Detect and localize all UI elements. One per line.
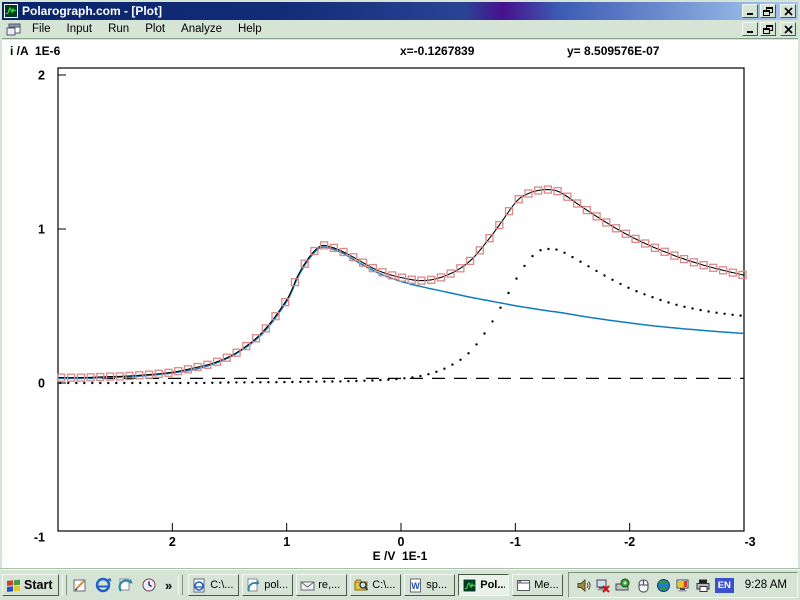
mdi-system-icon[interactable] [6,23,21,36]
taskbar: Start » C:\... pol... re,... [0,569,800,600]
svg-text:W: W [411,581,420,591]
minimize-icon [746,25,755,34]
y-axis-label: i /A 1E-6 [10,44,60,58]
removable-device-icon[interactable] [615,577,632,593]
restore-icon [763,25,773,34]
task-label: Pol... [480,579,505,591]
display-settings-icon[interactable] [675,577,692,593]
show-desktop-icon[interactable] [70,575,90,595]
menu-bar: File Input Run Plot Analyze Help [2,20,798,38]
envelope-icon [300,578,315,593]
menu-item-help[interactable]: Help [230,22,270,36]
close-button[interactable] [780,4,796,18]
x-axis-label: E /V 1E-1 [0,549,800,563]
language-indicator[interactable]: EN [715,578,734,593]
cursor-x-readout: x=-0.1267839 [400,44,474,58]
volume-icon[interactable] [575,577,592,593]
windows-flag-icon [6,579,21,592]
task-label: sp... [426,579,447,591]
task-button-re[interactable]: re,... [296,574,347,596]
close-icon [784,7,793,16]
task-button-word[interactable]: W sp... [404,574,455,596]
minimize-button[interactable] [742,4,758,18]
ie-document-icon [192,578,207,593]
globe-icon[interactable] [655,577,672,593]
task-button-search[interactable]: C:\... [350,574,401,596]
task-label: re,... [318,579,340,591]
menu-item-input[interactable]: Input [59,22,101,36]
taskbar-clock[interactable]: 9:28 AM [745,579,787,591]
title-bar[interactable]: Polarograph.com - [Plot] [2,2,798,20]
task-label: pol... [264,579,288,591]
restore-icon [763,7,773,16]
close-icon [784,25,793,34]
task-button-pol[interactable]: pol... [242,574,293,596]
restore-button[interactable] [760,4,776,18]
task-label: C:\... [372,579,395,591]
internet-explorer-icon[interactable] [93,575,113,595]
menu-item-analyze[interactable]: Analyze [173,22,230,36]
quick-launch: » [70,575,175,595]
task-label: C:\... [210,579,233,591]
task-buttons: C:\... pol... re,... C:\... W sp... Pol.… [188,574,563,596]
taskbar-separator[interactable] [178,575,183,595]
task-button-me[interactable]: Me... [512,574,563,596]
window-outline-icon [516,578,531,593]
window-title: Polarograph.com - [Plot] [22,4,162,18]
mdi-close-button[interactable] [780,22,796,36]
mdi-minimize-button[interactable] [742,22,758,36]
start-button[interactable]: Start [2,574,59,596]
taskbar-separator[interactable] [62,575,67,595]
cursor-y-readout: y= 8.509576E-07 [567,44,659,58]
task-button-explorer-1[interactable]: C:\... [188,574,239,596]
minimize-icon [746,7,755,16]
menu-item-file[interactable]: File [24,22,59,36]
start-label: Start [24,578,52,592]
word-document-icon: W [408,578,423,593]
menu-item-run[interactable]: Run [100,22,137,36]
refresh-swirl-icon [246,578,261,593]
task-label: Me... [534,579,558,591]
scheduler-icon[interactable] [139,575,159,595]
outlook-express-icon[interactable] [116,575,136,595]
task-button-polarograph-active[interactable]: Pol... [458,574,509,596]
mouse-icon[interactable] [635,577,652,593]
mdi-restore-button[interactable] [760,22,776,36]
app-icon[interactable] [4,4,18,18]
system-tray: EN 9:28 AM [568,572,798,598]
printer-icon[interactable] [695,577,712,593]
quick-launch-overflow-chevron[interactable]: » [162,578,175,593]
network-offline-icon[interactable] [595,577,612,593]
polarograph-icon [462,578,477,593]
plot-area[interactable] [58,68,744,531]
menu-item-plot[interactable]: Plot [137,22,173,36]
search-folder-icon [354,578,369,593]
